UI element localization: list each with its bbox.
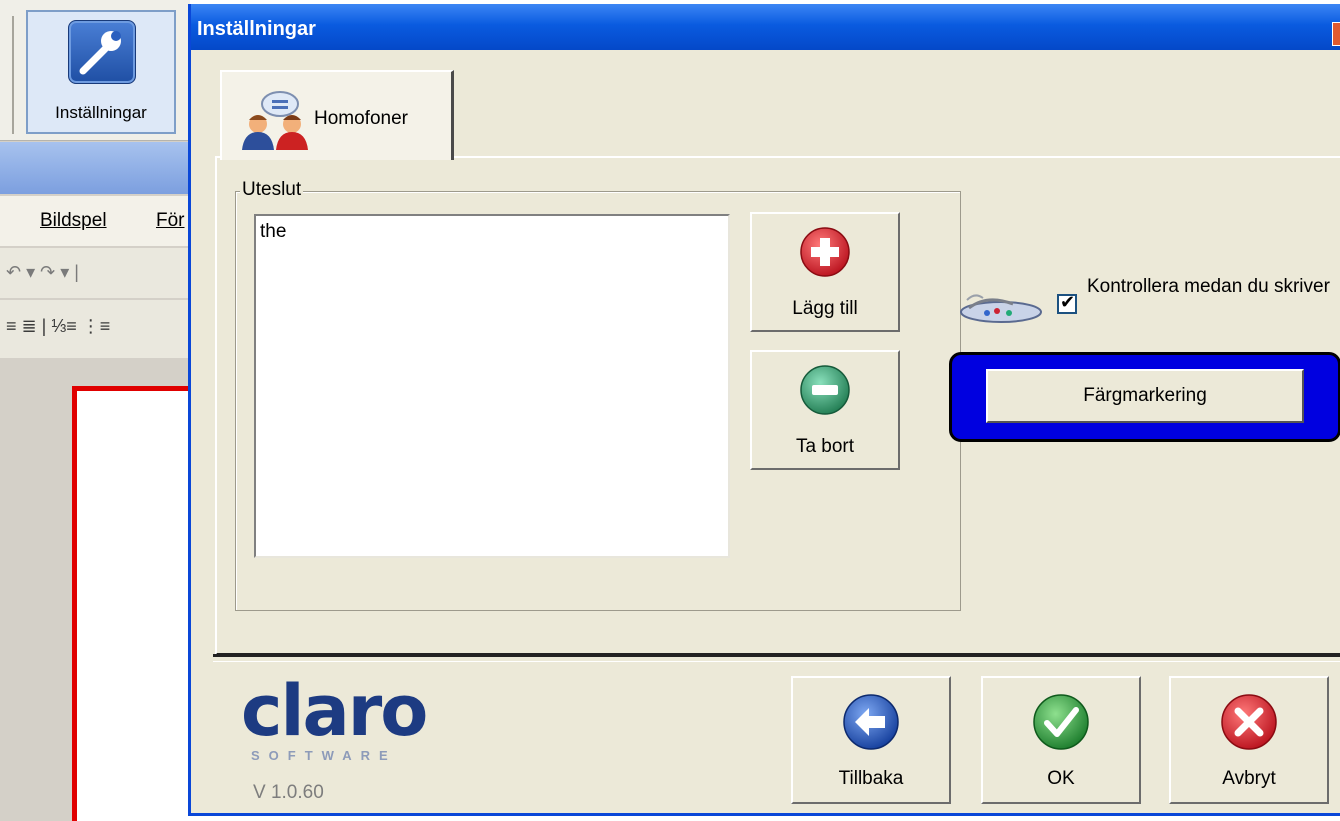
close-circle-icon [1221, 694, 1277, 750]
list-item[interactable]: the [260, 221, 286, 243]
color-marking-button[interactable]: Färgmarkering [986, 369, 1304, 423]
back-button[interactable]: Tillbaka [791, 676, 951, 804]
cancel-button[interactable]: Avbryt [1169, 676, 1329, 804]
title-strip [0, 142, 190, 194]
claro-logo: claro SOFTWARE V 1.0.60 [241, 670, 441, 803]
version-label: V 1.0.60 [253, 782, 324, 803]
background-app: Inställningar Bildspel För ↶ ▾ ↷ ▾ | ≡ ≣… [0, 0, 190, 821]
arrow-left-icon [843, 694, 899, 750]
logo-claro-text: claro [241, 670, 428, 752]
slide-page [72, 386, 190, 821]
wrench-icon [68, 20, 136, 84]
format-toolbar: ≡ ≣ | ⅓≡ ⋮≡ [0, 300, 190, 358]
dialog-titlebar[interactable]: Inställningar [191, 4, 1340, 50]
tab-homofoner[interactable]: Homofoner [220, 70, 454, 160]
spelling-lamp-icon [960, 294, 1042, 323]
tab-homofoner-label: Homofoner [314, 108, 408, 129]
menu-for[interactable]: För [156, 210, 185, 232]
ok-button-label: OK [1047, 768, 1075, 789]
check-while-typing-checkbox[interactable] [1057, 292, 1077, 314]
dialog-title: Inställningar [197, 18, 316, 40]
remove-word-label: Ta bort [795, 436, 855, 457]
tab-control: Homofoner Uteslut the Lägg till Ta bort … [215, 70, 1340, 660]
close-icon[interactable] [1332, 22, 1340, 46]
footer-divider [213, 654, 1340, 662]
back-button-label: Tillbaka [838, 768, 904, 789]
menu-bildspel[interactable]: Bildspel [40, 210, 107, 232]
ok-button[interactable]: OK [981, 676, 1141, 804]
check-while-typing-label: Kontrollera medan du skriver [1087, 276, 1330, 297]
undo-redo-toolbar: ↶ ▾ ↷ ▾ | [0, 248, 190, 298]
excluded-words-list[interactable]: the [254, 214, 730, 558]
align-list-icons[interactable]: ≡ ≣ | ⅓≡ ⋮≡ [6, 316, 110, 337]
exclude-group-label: Uteslut [240, 179, 304, 201]
add-word-label: Lägg till [792, 298, 858, 319]
cancel-button-label: Avbryt [1222, 768, 1276, 789]
remove-word-button[interactable]: Ta bort [750, 350, 900, 470]
add-word-button[interactable]: Lägg till [750, 212, 900, 332]
ribbon-settings-button[interactable]: Inställningar [26, 10, 176, 134]
menu-bar: Bildspel För [0, 196, 190, 246]
minus-icon [800, 365, 850, 415]
ribbon: Inställningar [0, 0, 190, 141]
checkmark-icon [1033, 694, 1089, 750]
ribbon-separator [12, 16, 14, 134]
settings-dialog: Inställningar Homofoner Uteslut the Lägg… [188, 4, 1340, 816]
people-chat-icon [242, 91, 308, 150]
homofoner-panel: Uteslut the Lägg till Ta bort ✔ Kontroll… [215, 156, 1340, 656]
logo-software-text: SOFTWARE [251, 748, 397, 763]
color-marking-frame: Färgmarkering [949, 352, 1340, 442]
undo-redo-icons[interactable]: ↶ ▾ ↷ ▾ | [6, 262, 79, 283]
check-while-typing-row: Kontrollera medan du skriver [957, 268, 1340, 348]
ribbon-settings-label: Inställningar [55, 103, 147, 122]
exclude-group: Uteslut the Lägg till Ta bort [235, 179, 961, 611]
plus-icon [800, 227, 850, 277]
